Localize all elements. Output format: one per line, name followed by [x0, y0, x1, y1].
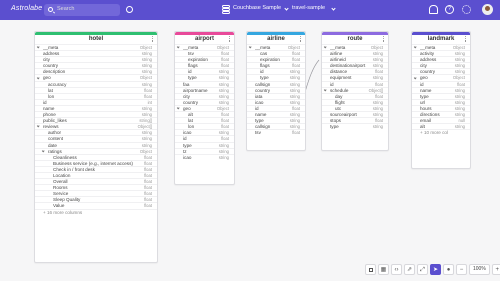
table-card-airport[interactable]: airport __meta Object tsv float expiration fl…: [174, 31, 235, 185]
chevron-down-icon[interactable]: [36, 45, 40, 50]
column-row[interactable]: tsv float: [247, 129, 305, 135]
column-type: string: [372, 124, 383, 130]
zoom-in-button[interactable]: +: [491, 264, 500, 275]
hand-icon: ●: [446, 267, 451, 273]
column-row[interactable]: type string: [322, 123, 388, 129]
card-title: landmark: [427, 36, 455, 42]
column-name: + 10 more columns: [420, 130, 448, 136]
more-columns-link[interactable]: + 10 more columns: [412, 129, 470, 135]
chevron-down-icon[interactable]: [36, 76, 40, 80]
plus-icon: +: [495, 267, 500, 273]
column-type: string: [218, 154, 229, 160]
more-options-icon[interactable]: [152, 36, 154, 42]
column-name: tsv: [255, 130, 261, 136]
chevron-down-icon[interactable]: [323, 45, 327, 50]
code-icon: ‹›: [394, 267, 399, 273]
more-options-icon[interactable]: [300, 36, 302, 42]
card-title: airline: [267, 36, 285, 42]
canvas-toolbar: ▦ ‹› ⇗ ⤢ ➤ ● − 100% +: [365, 264, 500, 277]
grid-icon: [369, 268, 373, 272]
card-title: route: [347, 36, 363, 42]
column-row[interactable]: icao string: [175, 153, 234, 160]
more-columns-link[interactable]: + 16 more columns: [35, 208, 157, 215]
table-card-route[interactable]: route __meta Object airline string airlineid…: [321, 31, 389, 151]
pan-tool-button[interactable]: ●: [443, 264, 454, 275]
code-view-button[interactable]: ‹›: [391, 264, 402, 275]
chevron-down-icon[interactable]: [413, 45, 417, 50]
arrange-icon: ▦: [380, 267, 387, 273]
chevron-down-icon[interactable]: [36, 124, 40, 129]
pointer-icon: ➤: [432, 267, 439, 273]
zoom-level[interactable]: 100%: [469, 264, 490, 275]
select-tool-button[interactable]: ➤: [430, 264, 441, 275]
table-card-hotel[interactable]: hotel __meta Object address string city strin…: [34, 31, 158, 263]
column-name: icao: [183, 154, 192, 160]
chevron-down-icon[interactable]: [41, 149, 45, 153]
zoom-out-button[interactable]: −: [456, 264, 467, 275]
chevron-down-icon[interactable]: [176, 106, 180, 111]
table-card-airline[interactable]: airline __meta Object cas float expiration fl…: [246, 31, 306, 151]
share-icon: ⇗: [406, 267, 413, 273]
more-options-icon[interactable]: [383, 36, 385, 42]
column-name: type: [330, 124, 339, 130]
chevron-down-icon[interactable]: [248, 45, 252, 50]
fit-view-button[interactable]: ⤢: [417, 264, 428, 275]
chevron-down-icon[interactable]: [176, 45, 180, 50]
card-title: airport: [194, 36, 214, 42]
card-title: hotel: [88, 36, 104, 42]
expand-icon: ⤢: [420, 267, 425, 273]
arrange-button[interactable]: ▦: [378, 264, 389, 275]
share-button[interactable]: ⇗: [404, 264, 415, 275]
more-options-icon[interactable]: [465, 36, 467, 42]
more-options-icon[interactable]: [229, 36, 231, 42]
minus-icon: −: [459, 267, 464, 273]
chevron-down-icon[interactable]: [413, 76, 417, 80]
column-name: + 16 more columns: [43, 209, 83, 215]
grid-layout-button[interactable]: [365, 264, 376, 275]
column-type: float: [292, 130, 300, 136]
chevron-down-icon[interactable]: [323, 88, 327, 92]
table-card-landmark[interactable]: landmark __meta Object activity string addre…: [411, 31, 471, 169]
